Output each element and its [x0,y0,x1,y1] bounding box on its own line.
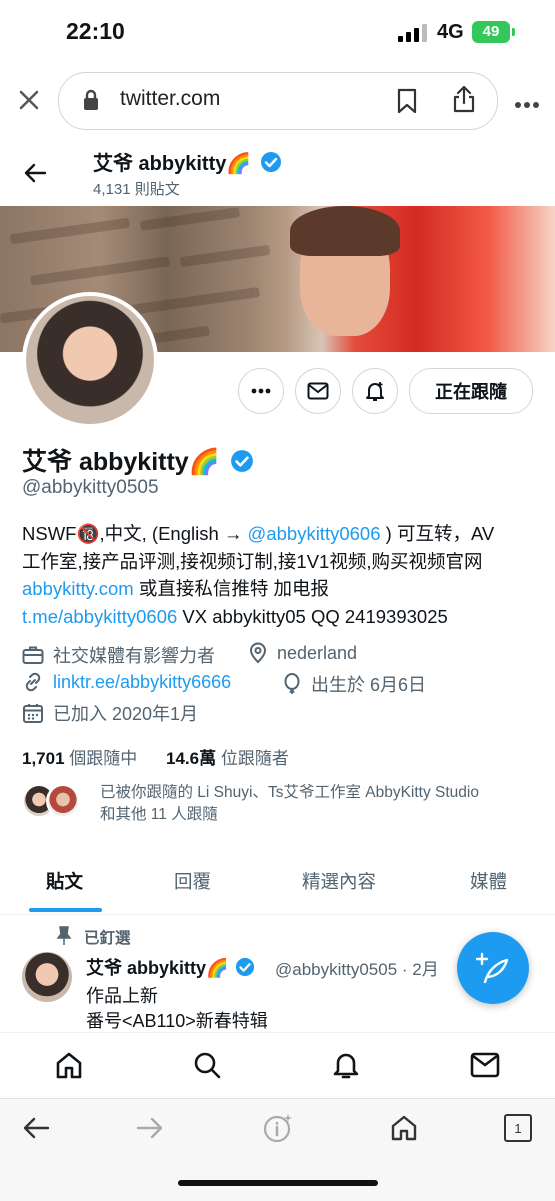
bio-mention-link[interactable]: @abbykitty0606 [248,523,381,544]
category-text: 社交媒體有影響力者 [53,646,215,666]
battery-icon: 49 [472,21,515,43]
info-icon[interactable] [260,1110,296,1146]
back-arrow-icon[interactable] [18,156,52,190]
profile-bio: NSWF🔞,中文, (English → @abbykitty0606 ) 可互… [22,520,537,630]
tabs-count-icon[interactable]: 1 [504,1114,532,1142]
tab-posts[interactable]: 貼文 [46,868,83,894]
verified-badge-icon [260,152,281,172]
more-icon [251,388,271,394]
share-icon[interactable] [451,84,477,114]
profile-name: 艾爷 abbykitty🌈 [22,442,254,478]
search-icon[interactable] [188,1046,226,1084]
close-icon[interactable] [14,85,44,115]
post-avatar[interactable] [22,952,72,1002]
followed-by-line: 已被你跟隨的 Li Shuyi、Ts艾爷工作室 AbbyKitty Studio [100,784,479,801]
followers-label: 位跟隨者 [216,749,289,768]
home-icon[interactable] [50,1046,88,1084]
following-link[interactable]: 1,701 個跟隨中 [22,749,137,768]
briefcase-icon [22,646,44,664]
website-link[interactable]: linktr.ee/abbykitty6666 [53,672,231,693]
header-name-text: 艾爷 abbykitty🌈 [93,153,252,175]
avatar [46,784,80,818]
more-options-button[interactable] [238,368,284,414]
followers-count: 14.6萬 [166,749,217,768]
followers-link[interactable]: 14.6萬 位跟隨者 [166,749,289,768]
profile-location: nederland [248,642,357,664]
profile-handle: @abbykitty0505 [22,477,159,498]
post-line: 番号<AB110>新春特辑 [86,1011,268,1031]
url-text: twitter.com [120,87,221,110]
profile-avatar[interactable] [22,292,158,428]
profile-name-text: 艾爷 abbykitty🌈 [22,448,220,476]
mail-icon [307,382,329,400]
status-bar: 22:10 4G 49 [0,0,555,66]
profile-tabs: 貼文 回覆 精選內容 媒體 [0,856,555,915]
location-pin-icon [249,642,267,664]
post-text: 作品上新 番号<AB110>新春特辑 [86,984,268,1034]
header-post-count: 4,131 則貼文 [93,181,180,198]
home-icon[interactable] [386,1111,422,1145]
bio-text: ) 可互转，AV [380,523,495,544]
bell-icon[interactable] [327,1046,365,1084]
location-text: nederland [277,642,358,663]
birthday-text: 出生於 6月6日 [311,675,427,695]
lock-icon [84,89,98,110]
bio-text: NSWF🔞,中文, (English → [22,523,248,544]
messages-icon[interactable] [466,1046,504,1084]
compose-button[interactable] [457,932,529,1004]
profile-category: 社交媒體有影響力者 [22,642,215,668]
following-count: 1,701 [22,749,65,768]
profile-birthday: 出生於 6月6日 [282,671,426,697]
tab-replies[interactable]: 回覆 [174,868,211,894]
following-label: 個跟隨中 [64,749,138,768]
following-button[interactable]: 正在跟隨 [409,368,533,414]
post-author: 艾爷 abbykitty🌈 [86,954,255,980]
signal-icon [398,24,427,42]
verified-badge-icon [230,450,253,472]
profile-website[interactable]: linktr.ee/abbykitty6666 [22,671,231,693]
joined-text: 已加入 2020年1月 [53,704,199,724]
tab-highlights[interactable]: 精選內容 [302,868,376,894]
calendar-icon [23,704,43,723]
home-indicator [178,1180,378,1186]
compose-feather-icon [476,952,509,984]
link-icon [25,672,41,692]
network-type: 4G [437,21,464,43]
status-time: 22:10 [66,18,125,44]
notifications-button[interactable] [352,368,398,414]
tab-media[interactable]: 媒體 [470,868,507,894]
active-tab-indicator [29,908,102,912]
bio-text: VX abbykitty05 QQ 2419393025 [177,605,448,627]
bookmark-icon[interactable] [396,88,418,114]
bio-website-link[interactable]: abbykitty.com [22,578,134,599]
header-name: 艾爷 abbykitty🌈 [93,147,282,176]
pinned-label: 已釘選 [84,930,131,947]
back-icon[interactable] [18,1112,54,1144]
bell-plus-icon [366,382,384,401]
profile-joined: 已加入 2020年1月 [22,700,198,726]
follow-counts: 1,701 個跟隨中 14.6萬 位跟隨者 [22,744,289,769]
more-icon[interactable] [514,96,540,114]
bio-text: 或直接私信推特 加电报 [133,578,330,599]
followed-by-text[interactable]: 已被你跟隨的 Li Shuyi、Ts艾爷工作室 AbbyKitty Studio… [100,782,540,826]
bio-telegram-link[interactable]: t.me/abbykitty0606 [22,606,177,627]
post-author-name: 艾爷 abbykitty🌈 [86,958,229,978]
verified-badge-icon [236,957,255,977]
forward-icon[interactable] [132,1112,168,1144]
balloon-icon [284,673,300,694]
pin-icon [56,926,72,945]
followed-by-line: 和其他 11 人跟隨 [100,806,218,823]
post-line: 作品上新 [86,986,158,1006]
post-handle: @abbykitty0505 · 2月 [275,960,439,979]
bio-text: 工作室,接产品评测,接视频订制,接1V1视频,购买视频官网 [22,550,483,572]
message-button[interactable] [295,368,341,414]
